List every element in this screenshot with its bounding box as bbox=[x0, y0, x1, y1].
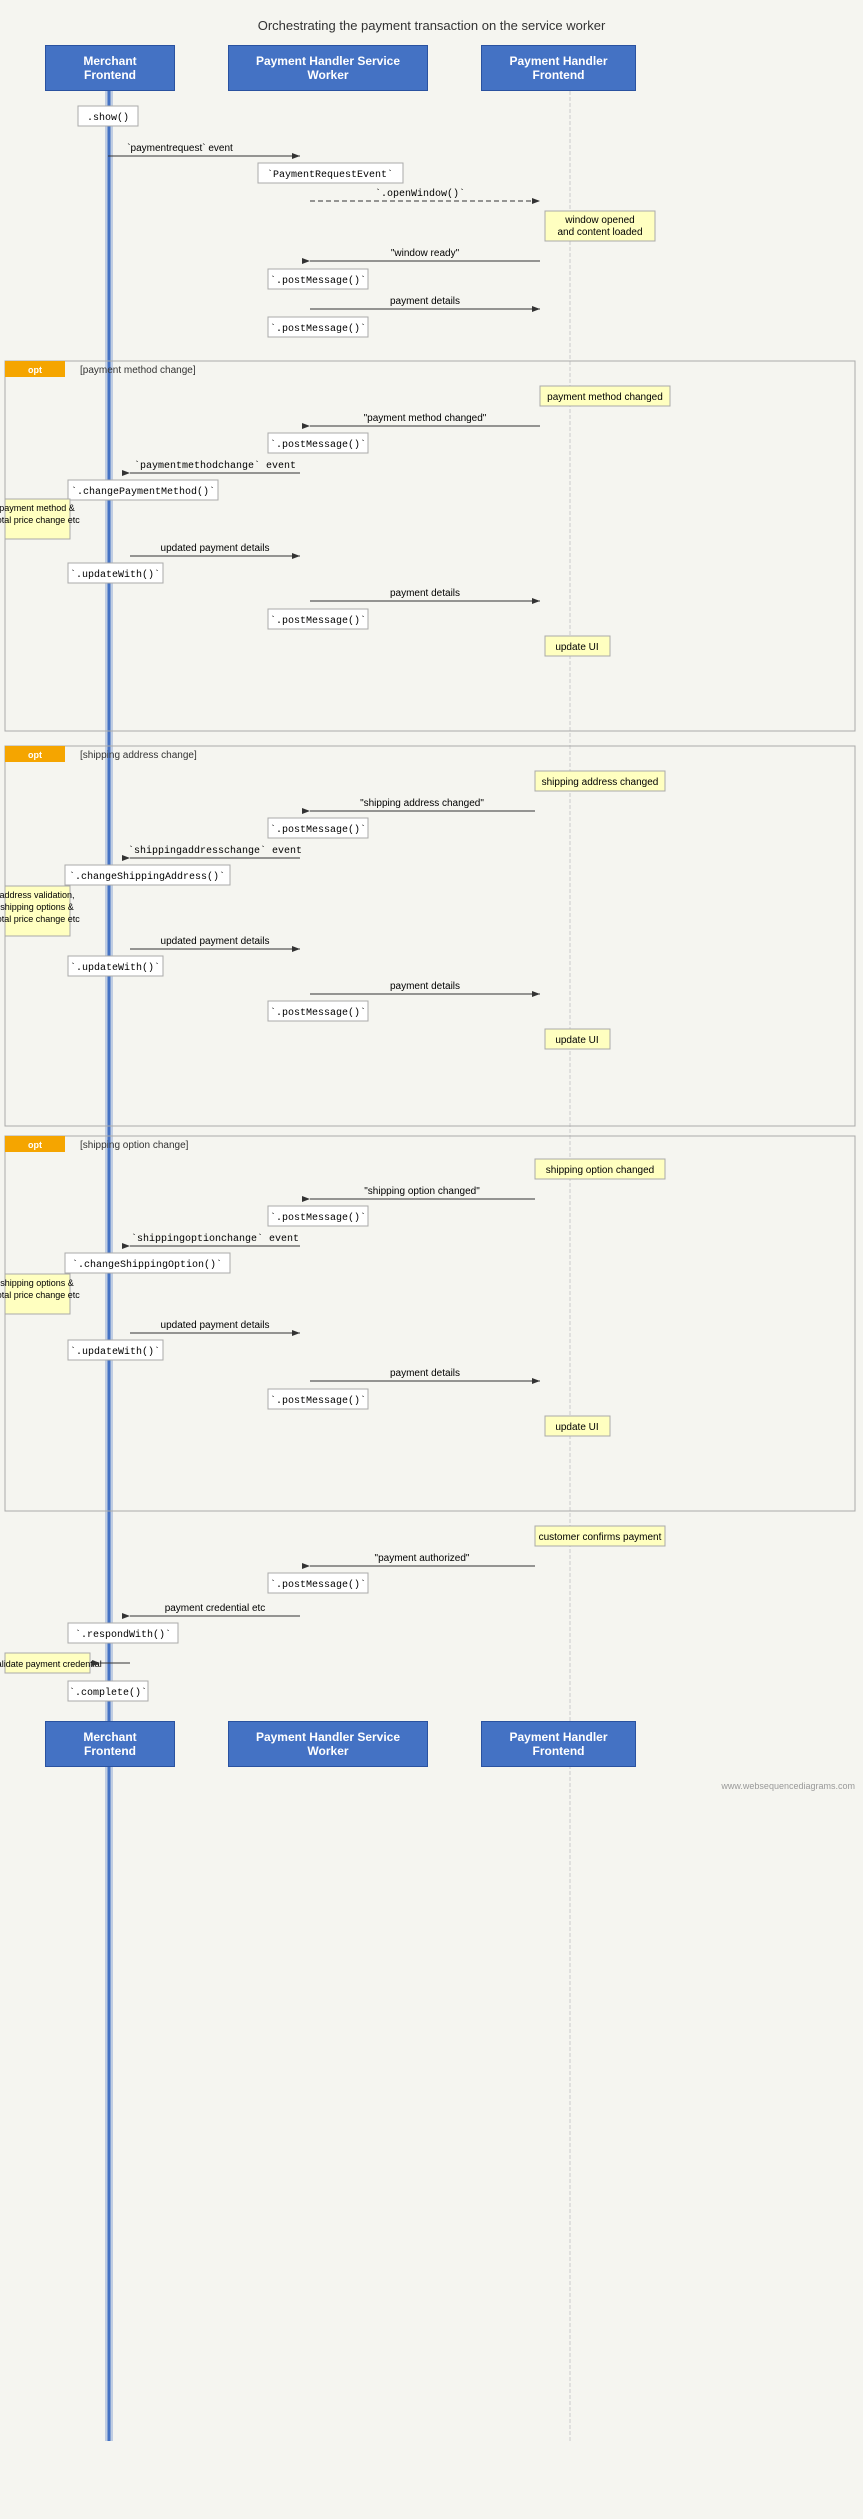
diagram-container: Orchestrating the payment transaction on… bbox=[0, 0, 863, 1805]
svg-text:updated payment details: updated payment details bbox=[161, 543, 270, 554]
svg-text:`PaymentRequestEvent`: `PaymentRequestEvent` bbox=[267, 168, 393, 181]
svg-text:`.respondWith()`: `.respondWith()` bbox=[75, 1628, 171, 1641]
svg-text:"shipping option changed": "shipping option changed" bbox=[364, 1186, 480, 1197]
footer-row: Merchant Frontend Payment Handler Servic… bbox=[0, 1721, 863, 1767]
svg-text:.show(): .show() bbox=[87, 112, 129, 124]
svg-text:customer confirms payment: customer confirms payment bbox=[539, 1532, 662, 1543]
svg-text:validate payment credential: validate payment credential bbox=[0, 1659, 102, 1669]
svg-text:`.complete()`: `.complete()` bbox=[69, 1686, 147, 1699]
svg-text:shipping address changed: shipping address changed bbox=[542, 777, 659, 788]
svg-text:opt: opt bbox=[28, 365, 42, 375]
svg-text:total price change etc: total price change etc bbox=[0, 914, 80, 924]
svg-text:[shipping address change]: [shipping address change] bbox=[80, 750, 197, 761]
footer-merchant: Merchant Frontend bbox=[45, 1721, 175, 1767]
footer-frontend: Payment Handler Frontend bbox=[481, 1721, 636, 1767]
svg-text:`.postMessage()`: `.postMessage()` bbox=[270, 614, 366, 627]
header-service: Payment Handler Service Worker bbox=[228, 45, 428, 91]
svg-text:updated payment details: updated payment details bbox=[161, 936, 270, 947]
header-row: Merchant Frontend Payment Handler Servic… bbox=[0, 45, 863, 91]
sequence-svg: .show() `paymentrequest` event `PaymentR… bbox=[0, 91, 863, 2441]
svg-text:update UI: update UI bbox=[555, 1422, 598, 1433]
svg-text:window opened: window opened bbox=[564, 215, 635, 226]
svg-text:payment method changed: payment method changed bbox=[547, 392, 663, 403]
svg-text:opt: opt bbox=[28, 750, 42, 760]
svg-text:shipping options &: shipping options & bbox=[0, 902, 74, 912]
svg-text:and content loaded: and content loaded bbox=[557, 227, 642, 238]
svg-text:payment details: payment details bbox=[390, 588, 460, 599]
svg-text:"payment method changed": "payment method changed" bbox=[364, 413, 487, 424]
header-merchant: Merchant Frontend bbox=[45, 45, 175, 91]
svg-text:[payment method change]: [payment method change] bbox=[80, 365, 196, 376]
svg-text:updated payment details: updated payment details bbox=[161, 1320, 270, 1331]
svg-text:`paymentmethodchange` event: `paymentmethodchange` event bbox=[134, 459, 296, 472]
svg-text:"shipping address changed": "shipping address changed" bbox=[360, 798, 484, 809]
svg-text:`paymentrequest` event: `paymentrequest` event bbox=[127, 142, 233, 154]
svg-text:payment method &: payment method & bbox=[0, 503, 75, 513]
svg-text:payment details: payment details bbox=[390, 1368, 460, 1379]
svg-text:total price change etc: total price change etc bbox=[0, 1290, 80, 1300]
svg-text:`.postMessage()`: `.postMessage()` bbox=[270, 322, 366, 335]
svg-text:`.updateWith()`: `.updateWith()` bbox=[70, 1345, 160, 1358]
svg-text:shipping option changed: shipping option changed bbox=[546, 1165, 654, 1176]
svg-text:payment credential etc: payment credential etc bbox=[165, 1603, 266, 1614]
svg-text:`.updateWith()`: `.updateWith()` bbox=[70, 568, 160, 581]
svg-text:`shippingaddresschange` event: `shippingaddresschange` event bbox=[128, 844, 302, 857]
diagram-title: Orchestrating the payment transaction on… bbox=[0, 10, 863, 45]
svg-text:`.openWindow()`: `.openWindow()` bbox=[375, 187, 465, 200]
svg-text:`.changePaymentMethod()`: `.changePaymentMethod()` bbox=[71, 485, 215, 498]
svg-text:`.changeShippingOption()`: `.changeShippingOption()` bbox=[72, 1258, 222, 1271]
svg-text:`.postMessage()`: `.postMessage()` bbox=[270, 823, 366, 836]
svg-text:`.postMessage()`: `.postMessage()` bbox=[270, 1006, 366, 1019]
svg-text:update UI: update UI bbox=[555, 1035, 598, 1046]
svg-text:`.postMessage()`: `.postMessage()` bbox=[270, 1394, 366, 1407]
svg-text:`.postMessage()`: `.postMessage()` bbox=[270, 274, 366, 287]
svg-text:total price change etc: total price change etc bbox=[0, 515, 80, 525]
svg-text:`.postMessage()`: `.postMessage()` bbox=[270, 438, 366, 451]
svg-text:"window ready": "window ready" bbox=[391, 248, 460, 259]
svg-text:address validation,: address validation, bbox=[0, 890, 75, 900]
header-frontend: Payment Handler Frontend bbox=[481, 45, 636, 91]
svg-text:`shippingoptionchange` event: `shippingoptionchange` event bbox=[131, 1232, 299, 1245]
sequence-area: .show() `paymentrequest` event `PaymentR… bbox=[0, 91, 863, 2441]
svg-text:`.postMessage()`: `.postMessage()` bbox=[270, 1578, 366, 1591]
svg-text:shipping options &: shipping options & bbox=[0, 1278, 74, 1288]
svg-text:update UI: update UI bbox=[555, 642, 598, 653]
svg-text:[shipping option change]: [shipping option change] bbox=[80, 1140, 189, 1151]
footer-service: Payment Handler Service Worker bbox=[228, 1721, 428, 1767]
svg-text:`.updateWith()`: `.updateWith()` bbox=[70, 961, 160, 974]
svg-text:opt: opt bbox=[28, 1140, 42, 1150]
svg-text:payment details: payment details bbox=[390, 981, 460, 992]
svg-text:`.postMessage()`: `.postMessage()` bbox=[270, 1211, 366, 1224]
svg-text:payment details: payment details bbox=[390, 296, 460, 307]
svg-text:"payment authorized": "payment authorized" bbox=[375, 1553, 470, 1564]
svg-text:`.changeShippingAddress()`: `.changeShippingAddress()` bbox=[69, 870, 225, 883]
